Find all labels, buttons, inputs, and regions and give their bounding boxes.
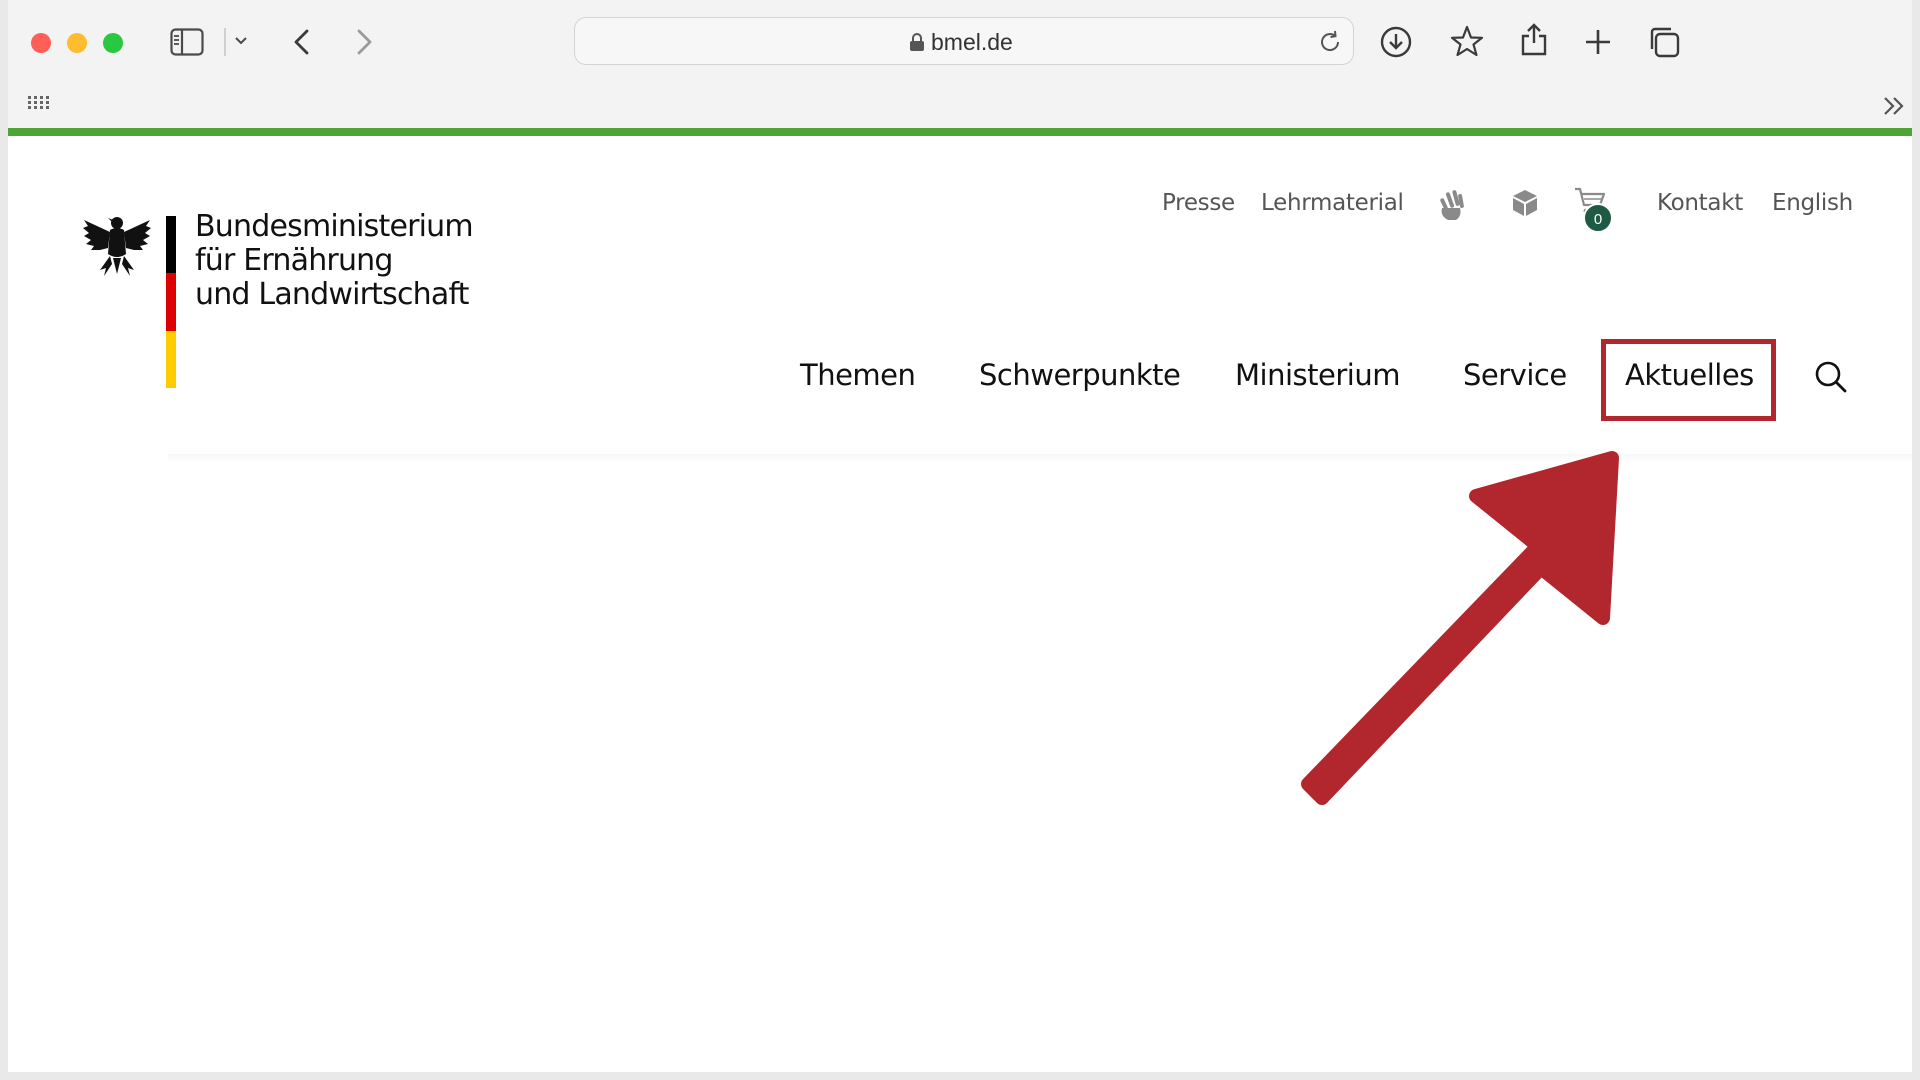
header-divider-shadow [168, 454, 1912, 462]
nav-item-schwerpunkte[interactable]: Schwerpunkte [979, 358, 1181, 392]
meta-link-lehrmaterial[interactable]: Lehrmaterial [1261, 190, 1404, 216]
sign-language-icon[interactable] [1436, 188, 1468, 227]
cart-count-badge: 0 [1583, 203, 1613, 233]
star-icon[interactable] [1450, 25, 1484, 57]
share-icon[interactable] [1520, 22, 1548, 56]
meta-link-kontakt[interactable]: Kontakt [1657, 190, 1743, 216]
nav-item-ministerium[interactable]: Ministerium [1235, 358, 1400, 392]
lock-icon [909, 32, 925, 57]
search-icon[interactable] [1814, 360, 1848, 399]
ministry-name[interactable]: Bundesministerium für Ernährung und Land… [195, 209, 474, 312]
back-icon[interactable] [292, 28, 310, 56]
tabs-icon[interactable] [1648, 26, 1680, 58]
download-icon[interactable] [1380, 26, 1412, 58]
federal-eagle-logo[interactable] [82, 212, 152, 285]
ministry-name-line1: Bundesministerium [195, 209, 474, 244]
toolbar-divider [224, 28, 226, 56]
web-page: Bundesministerium für Ernährung und Land… [8, 136, 1912, 1072]
browser-window: bmel.de Bundesministerium für Ernährung … [8, 0, 1912, 1072]
forward-icon[interactable] [356, 28, 374, 56]
close-window-button[interactable] [31, 33, 51, 53]
meta-link-presse[interactable]: Presse [1162, 190, 1235, 216]
minimize-window-button[interactable] [67, 33, 87, 53]
double-chevron-icon[interactable] [1882, 95, 1906, 122]
ministry-name-line2: für Ernährung [195, 243, 393, 278]
nav-item-service[interactable]: Service [1463, 358, 1567, 392]
easy-language-icon[interactable] [1510, 188, 1540, 223]
browser-toolbar: bmel.de [8, 0, 1912, 128]
site-top-accent-bar [8, 128, 1912, 136]
german-flag-bar [166, 216, 176, 388]
ministry-name-line3: und Landwirtschaft [195, 277, 469, 312]
address-bar[interactable]: bmel.de [574, 17, 1354, 65]
annotation-arrow-icon [1301, 451, 1619, 805]
nav-item-themen[interactable]: Themen [800, 358, 916, 392]
meta-link-english[interactable]: English [1772, 190, 1853, 216]
annotation-highlight-box [1601, 339, 1776, 421]
url-text: bmel.de [931, 29, 1013, 55]
sidebar-icon[interactable] [170, 28, 204, 56]
grid-icon[interactable] [28, 96, 50, 115]
reload-icon[interactable] [1317, 29, 1343, 60]
chevron-down-icon[interactable] [234, 36, 248, 46]
plus-icon[interactable] [1584, 28, 1612, 56]
zoom-window-button[interactable] [103, 33, 123, 53]
